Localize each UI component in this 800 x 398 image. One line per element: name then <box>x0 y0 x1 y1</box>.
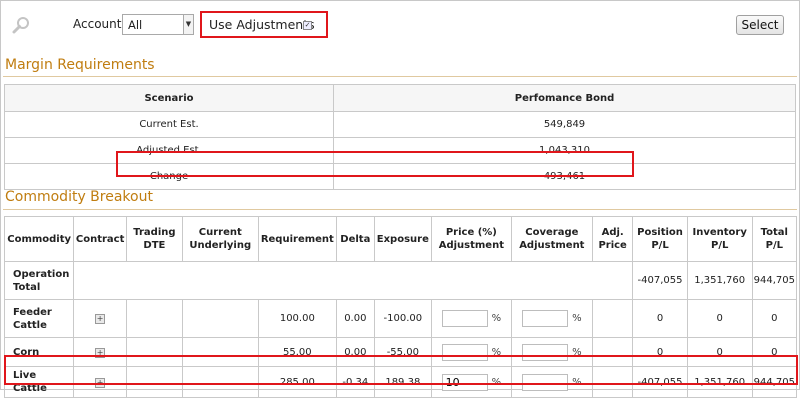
trading-dte-header: Trading DTE <box>125 216 183 262</box>
table-row: Feeder Cattle + 100.00 0.00 -100.00 % % … <box>3 299 798 338</box>
change-row-highlight <box>116 151 634 177</box>
coverage-adjustment-cell: % <box>510 299 593 338</box>
position-pl-header: Position P/L <box>632 216 688 262</box>
price-adjustment-cell: % <box>431 299 512 338</box>
delta-cell: 0.00 <box>336 299 375 338</box>
commodity-name: Operation Total <box>3 261 75 300</box>
current-underlying-header: Current Underlying <box>181 216 259 262</box>
account-select[interactable]: All ▼ <box>122 14 194 35</box>
inventory-pl-cell: 1,351,760 <box>686 261 753 300</box>
commodity-header: Commodity <box>3 216 75 262</box>
delta-header: Delta <box>336 216 375 262</box>
account-label: Account: <box>73 17 126 31</box>
percent-sign: % <box>491 313 502 324</box>
contract-cell: + <box>73 299 127 338</box>
exposure-cell: -100.00 <box>373 299 433 338</box>
chevron-down-icon[interactable]: ▼ <box>183 15 193 34</box>
scenario-cell: Current Est. <box>4 111 334 138</box>
empty-span-cell <box>73 261 634 300</box>
total-pl-cell: 944,705 <box>751 261 798 300</box>
scenario-header: Scenario <box>4 84 334 112</box>
performance-bond-header: Perfomance Bond <box>333 84 796 112</box>
commodity-breakout-title: Commodity Breakout <box>5 189 153 205</box>
contract-header: Contract <box>73 216 127 262</box>
total-pl-cell: 0 <box>751 299 798 338</box>
current-underlying-cell <box>181 299 259 338</box>
exposure-header: Exposure <box>373 216 433 262</box>
price-adjustment-input[interactable] <box>441 310 488 327</box>
coverage-adjustment-header: Coverage Adjustment <box>510 216 593 262</box>
expand-plus-icon[interactable]: + <box>95 314 106 324</box>
trading-dte-cell <box>125 299 183 338</box>
margin-requirements-title: Margin Requirements <box>5 57 155 73</box>
position-pl-cell: -407,055 <box>632 261 688 300</box>
requirement-cell: 100.00 <box>257 299 338 338</box>
commodity-header-row: Commodity Contract Trading DTE Current U… <box>3 216 798 262</box>
table-row: Operation Total -407,055 1,351,760 944,7… <box>3 261 798 300</box>
coverage-adjustment-input[interactable] <box>522 310 569 327</box>
position-pl-cell: 0 <box>632 299 688 338</box>
account-select-value: All <box>128 18 143 32</box>
bond-cell: 549,849 <box>333 111 796 138</box>
inventory-pl-cell: 0 <box>686 299 753 338</box>
adj-price-header: Adj. Price <box>591 216 634 262</box>
toolbar: Account: All ▼ Use Adjustments ✓ Select <box>0 0 798 52</box>
live-cattle-row-highlight <box>4 355 798 385</box>
percent-sign: % <box>572 313 582 324</box>
margin-divider <box>3 76 797 77</box>
search-icon[interactable] <box>10 15 32 37</box>
requirement-header: Requirement <box>257 216 338 262</box>
commodity-divider <box>3 209 797 210</box>
use-adjustments-checkbox[interactable]: ✓ <box>303 21 312 30</box>
margin-header-row: Scenario Perfomance Bond <box>4 84 796 112</box>
inventory-pl-header: Inventory P/L <box>686 216 753 262</box>
price-adjustment-header: Price (%) Adjustment <box>431 216 512 262</box>
commodity-name: Feeder Cattle <box>3 299 75 338</box>
select-button[interactable]: Select <box>736 15 784 35</box>
adj-price-cell <box>591 299 634 338</box>
table-row: Current Est. 549,849 <box>4 111 796 138</box>
total-pl-header: Total P/L <box>751 216 798 262</box>
use-adjustments-highlight: Use Adjustments ✓ <box>200 11 328 38</box>
use-adjustments-label: Use Adjustments <box>209 17 315 32</box>
